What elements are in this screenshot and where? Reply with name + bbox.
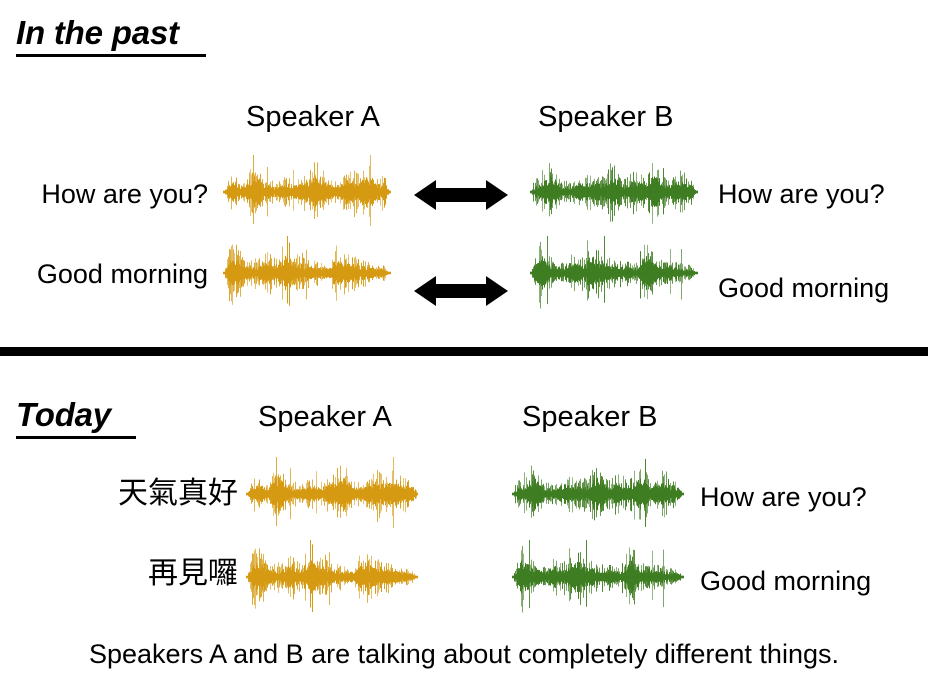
past-row2-right-label: Good morning: [718, 273, 890, 303]
past-row2-double-arrow-icon: [414, 272, 508, 310]
today-row2-right-label: Good morning: [700, 566, 872, 596]
today-row2-speaker-b-waveform: [512, 540, 684, 614]
past-row1-speaker-b-waveform: [530, 155, 698, 229]
past-row2-left-label: Good morning: [36, 259, 208, 289]
past-speaker-a-heading: Speaker A: [246, 101, 380, 133]
section-title-today-underline: [16, 436, 136, 439]
past-row1-speaker-a-waveform: [223, 155, 391, 229]
today-speaker-a-heading: Speaker A: [258, 401, 392, 433]
today-row1-left-label: 天氣真好: [118, 476, 238, 511]
today-row2-left-label: 再見囉: [148, 556, 238, 591]
section-title-past-underline: [16, 54, 206, 57]
past-speaker-b-heading: Speaker B: [538, 101, 674, 133]
today-row1-right-label: How are you?: [700, 482, 867, 512]
section-title-past-text: In the past: [16, 14, 179, 51]
today-row1-speaker-a-waveform: [246, 457, 418, 531]
section-title-today: Today: [16, 396, 136, 439]
today-speaker-b-heading: Speaker B: [522, 401, 658, 433]
section-title-today-text: Today: [16, 396, 111, 433]
past-row1-double-arrow-icon: [414, 176, 508, 214]
today-row1-speaker-b-waveform: [512, 457, 684, 531]
bottom-caption: Speakers A and B are talking about compl…: [89, 639, 839, 669]
section-title-past: In the past: [16, 14, 206, 57]
section-divider: [0, 347, 928, 356]
past-row2-speaker-a-waveform: [223, 236, 391, 310]
past-row1-right-label: How are you?: [718, 179, 885, 209]
past-row1-left-label: How are you?: [41, 179, 208, 209]
today-row2-speaker-a-waveform: [246, 540, 418, 614]
slide-root: In the past Speaker A Speaker B How are …: [0, 0, 928, 681]
past-row2-speaker-b-waveform: [530, 236, 698, 310]
